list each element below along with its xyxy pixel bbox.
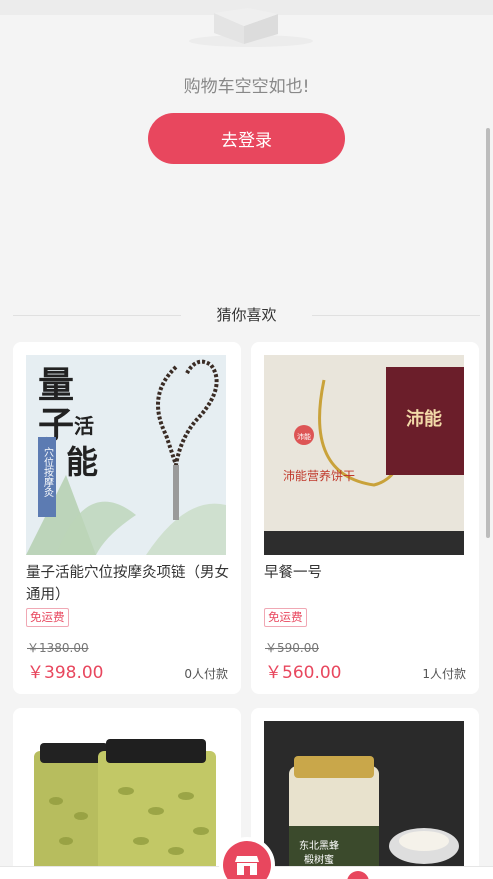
- free-shipping-tag: 免运费: [26, 608, 69, 627]
- product-image-text: 沛能: [297, 432, 311, 441]
- scrollbar[interactable]: [486, 128, 490, 538]
- product-image: 量 子 活 能 穴位按摩灸: [26, 355, 226, 555]
- product-card[interactable]: 量 子 活 能 穴位按摩灸 量子活能穴位按摩灸项链（男女通用） 免运费 ￥138…: [13, 342, 241, 694]
- product-title: 量子活能穴位按摩灸项链（男女通用）: [26, 565, 229, 603]
- free-shipping-tag: 免运费: [264, 608, 307, 627]
- login-button[interactable]: 去登录: [148, 113, 345, 164]
- product-card[interactable]: 东北黑蜂 椴树蜜: [251, 708, 479, 879]
- sold-count: 1人付款: [422, 667, 466, 681]
- product-image-text: 沛能营养饼干: [283, 468, 355, 483]
- price: ￥560.00: [265, 663, 342, 683]
- section-divider-right: [312, 315, 480, 316]
- product-image: 沛能 沛能营养饼干 沛能: [264, 355, 464, 555]
- product-image-text: 穴位按摩灸: [42, 446, 54, 498]
- original-price: ￥590.00: [265, 641, 319, 655]
- product-image-text: 东北黑蜂: [299, 839, 339, 852]
- sold-count: 0人付款: [184, 667, 228, 681]
- product-image-text: 能: [66, 443, 98, 481]
- product-title: 早餐一号: [264, 565, 322, 581]
- original-price: ￥1380.00: [27, 641, 89, 655]
- product-image-text: 沛能: [406, 408, 442, 430]
- empty-cart-illustration: [189, 8, 313, 47]
- product-image-text: 椴树蜜: [304, 853, 334, 866]
- product-image: [26, 721, 226, 879]
- empty-cart-text: 购物车空空如也!: [183, 77, 310, 97]
- product-card[interactable]: [13, 708, 241, 879]
- product-image-text: 量: [38, 364, 74, 406]
- price: ￥398.00: [27, 663, 104, 683]
- product-card[interactable]: 沛能 沛能营养饼干 沛能 早餐一号 免运费 ￥590.00 ￥560.00 1人…: [251, 342, 479, 694]
- shop-icon: [235, 856, 259, 875]
- product-image-text: 活: [74, 414, 94, 438]
- product-image: 东北黑蜂 椴树蜜: [264, 721, 464, 879]
